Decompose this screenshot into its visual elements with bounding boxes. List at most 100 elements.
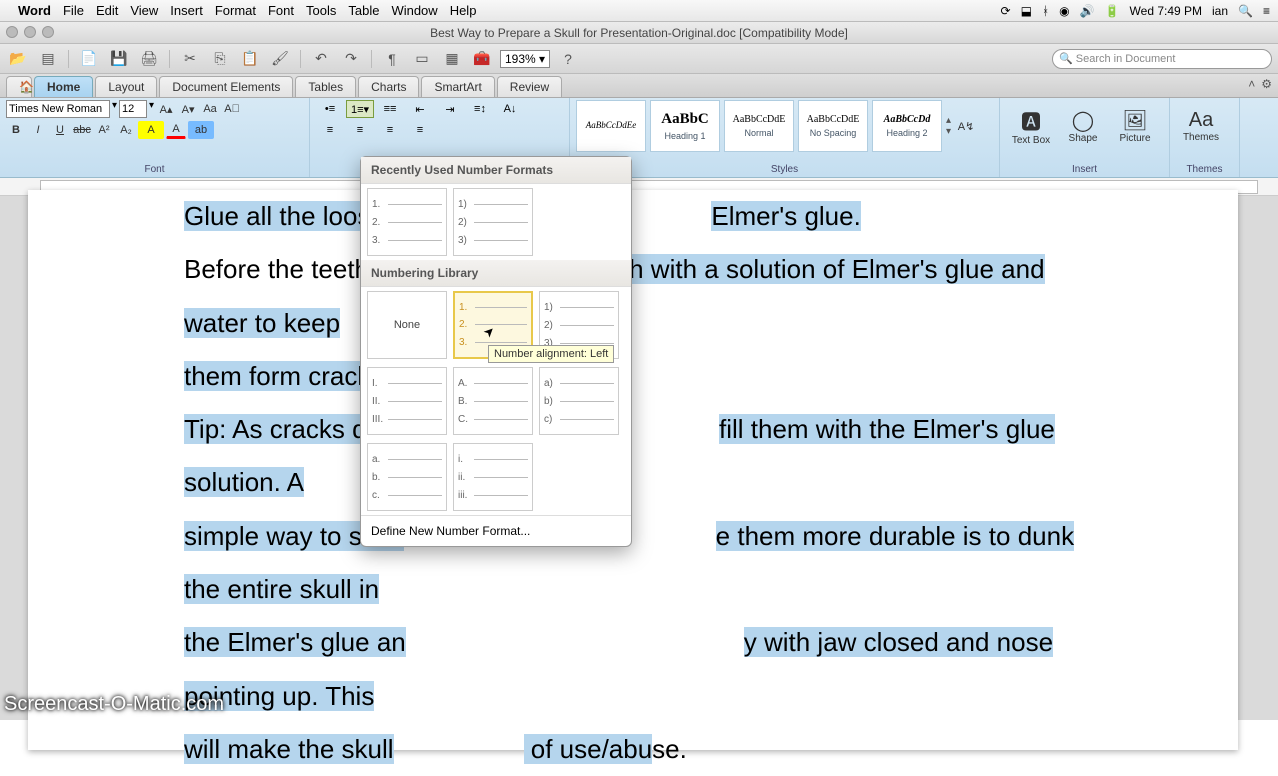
clear-format-button[interactable]: A⃠ [222, 100, 242, 118]
styles-scroll-down[interactable]: ▾ [946, 126, 951, 137]
copy-button[interactable]: ⎘ [208, 48, 232, 70]
menu-font[interactable]: Font [268, 3, 294, 18]
picture-button[interactable]: 🖼Picture [1110, 100, 1160, 152]
line-spacing-button[interactable]: ≡↕ [466, 100, 494, 118]
menu-tools[interactable]: Tools [306, 3, 336, 18]
help-button[interactable]: ? [556, 48, 580, 70]
library-none[interactable]: None [367, 291, 447, 359]
search-input[interactable]: 🔍 Search in Document [1052, 49, 1272, 69]
print-button[interactable]: 🖨 [137, 48, 161, 70]
tab-home[interactable]: Home [34, 76, 93, 97]
tab-tables[interactable]: Tables [295, 76, 356, 97]
menu-table[interactable]: Table [348, 3, 379, 18]
style-nospacing[interactable]: AaBbCcDdENo Spacing [798, 100, 868, 152]
align-left-button[interactable]: ≡ [316, 121, 344, 139]
change-case-button[interactable]: Aa [200, 100, 220, 118]
bluetooth-icon[interactable]: ᚼ [1042, 4, 1049, 18]
menu-file[interactable]: File [63, 3, 84, 18]
toolbox-button[interactable]: 🧰 [470, 48, 494, 70]
highlight-color-button[interactable]: ab [188, 121, 214, 139]
subscript-button[interactable]: A₂ [116, 121, 136, 139]
wifi-icon[interactable]: ◉ [1059, 4, 1069, 18]
sort-button[interactable]: A↓ [496, 100, 524, 118]
strike-button[interactable]: abc [72, 121, 92, 139]
bullets-button[interactable]: •≡ [316, 100, 344, 118]
superscript-button[interactable]: A² [94, 121, 114, 139]
library-format-roman-lower[interactable]: i. ii. iii. [453, 443, 533, 511]
ribbon-settings-icon[interactable]: ⚙ [1261, 77, 1272, 91]
recent-format-1[interactable]: 1. 2. 3. [367, 188, 447, 256]
user-name[interactable]: ian [1212, 4, 1228, 18]
italic-button[interactable]: I [28, 121, 48, 139]
redo-button[interactable]: ↷ [339, 48, 363, 70]
cut-button[interactable]: ✂ [178, 48, 202, 70]
save-button[interactable]: 💾 [107, 48, 131, 70]
menu-help[interactable]: Help [450, 3, 477, 18]
sidebar-button[interactable]: ▭ [410, 48, 434, 70]
volume-icon[interactable]: 🔊 [1080, 4, 1095, 18]
style-strong[interactable]: AaBbCcDdEe [576, 100, 646, 152]
numbering-button[interactable]: 1≡▾ [346, 100, 374, 118]
style-heading1[interactable]: AaBbCHeading 1 [650, 100, 720, 152]
library-format-alpha-lower-paren[interactable]: a) b) c) [539, 367, 619, 435]
library-format-roman-upper[interactable]: I. II. III. [367, 367, 447, 435]
page[interactable]: Glue all the loose txxxxxxxxxxxxxxxxxxxx… [28, 190, 1238, 750]
font-name-select[interactable]: Times New Roman [6, 100, 110, 118]
library-format-alpha-lower-dot[interactable]: a. b. c. [367, 443, 447, 511]
justify-button[interactable]: ≡ [406, 121, 434, 139]
gallery-button[interactable]: ▦ [440, 48, 464, 70]
open-button[interactable]: 📂 [6, 48, 30, 70]
battery-icon[interactable]: 🔋 [1105, 4, 1120, 18]
tab-smartart[interactable]: SmartArt [421, 76, 494, 97]
traffic-lights[interactable] [6, 26, 54, 38]
style-heading2[interactable]: AaBbCcDdHeading 2 [872, 100, 942, 152]
font-size-select[interactable]: 12 [119, 100, 147, 118]
themes-button[interactable]: AaThemes [1176, 100, 1226, 152]
menu-format[interactable]: Format [215, 3, 256, 18]
zoom-select[interactable]: 193% ▾ [500, 50, 550, 68]
new-template-button[interactable]: ▤ [36, 48, 60, 70]
font-color-button[interactable]: A [166, 121, 186, 139]
increase-indent-button[interactable]: ⇥ [436, 100, 464, 118]
library-format-alpha-upper[interactable]: A. B. C. [453, 367, 533, 435]
tab-review[interactable]: Review [497, 76, 562, 97]
document-text[interactable]: Glue all the loose txxxxxxxxxxxxxxxxxxxx… [184, 190, 1084, 776]
tab-document-elements[interactable]: Document Elements [159, 76, 293, 97]
collapse-ribbon-icon[interactable]: ˄ [1248, 77, 1255, 91]
paste-button[interactable]: 📋 [238, 48, 262, 70]
clock[interactable]: Wed 7:49 PM [1130, 4, 1202, 18]
styles-scroll-up[interactable]: ▴ [946, 115, 951, 126]
dropbox-icon[interactable]: ⬓ [1021, 4, 1032, 18]
highlight-button[interactable]: A [138, 121, 164, 139]
style-normal[interactable]: AaBbCcDdENormal [724, 100, 794, 152]
menu-window[interactable]: Window [391, 3, 437, 18]
undo-button[interactable]: ↶ [309, 48, 333, 70]
recent-format-2[interactable]: 1) 2) 3) [453, 188, 533, 256]
format-painter-button[interactable]: 🖌 [268, 48, 292, 70]
styles-pane-button[interactable]: A↯ [953, 100, 979, 152]
align-center-button[interactable]: ≡ [346, 121, 374, 139]
notifications-icon[interactable]: ≡ [1263, 4, 1270, 18]
define-number-format[interactable]: Define New Number Format... [361, 515, 631, 546]
decrease-indent-button[interactable]: ⇤ [406, 100, 434, 118]
grow-font-button[interactable]: A▴ [156, 100, 176, 118]
shrink-font-button[interactable]: A▾ [178, 100, 198, 118]
group-label-styles: Styles [576, 164, 993, 177]
menu-insert[interactable]: Insert [170, 3, 203, 18]
menu-edit[interactable]: Edit [96, 3, 118, 18]
shape-button[interactable]: ◯Shape [1058, 100, 1108, 152]
sync-icon[interactable]: ⟳ [1001, 4, 1011, 18]
align-right-button[interactable]: ≡ [376, 121, 404, 139]
underline-button[interactable]: U [50, 121, 70, 139]
textbox-button[interactable]: 🅰Text Box [1006, 100, 1056, 152]
multilevel-button[interactable]: ≡≡ [376, 100, 404, 118]
tab-home-icon[interactable]: 🏠 [6, 76, 32, 97]
app-name[interactable]: Word [18, 3, 51, 18]
tab-charts[interactable]: Charts [358, 76, 419, 97]
new-button[interactable]: 📄 [77, 48, 101, 70]
menu-view[interactable]: View [130, 3, 158, 18]
show-marks-button[interactable]: ¶ [380, 48, 404, 70]
spotlight-icon[interactable]: 🔍 [1238, 4, 1253, 18]
bold-button[interactable]: B [6, 121, 26, 139]
tab-layout[interactable]: Layout [95, 76, 157, 97]
